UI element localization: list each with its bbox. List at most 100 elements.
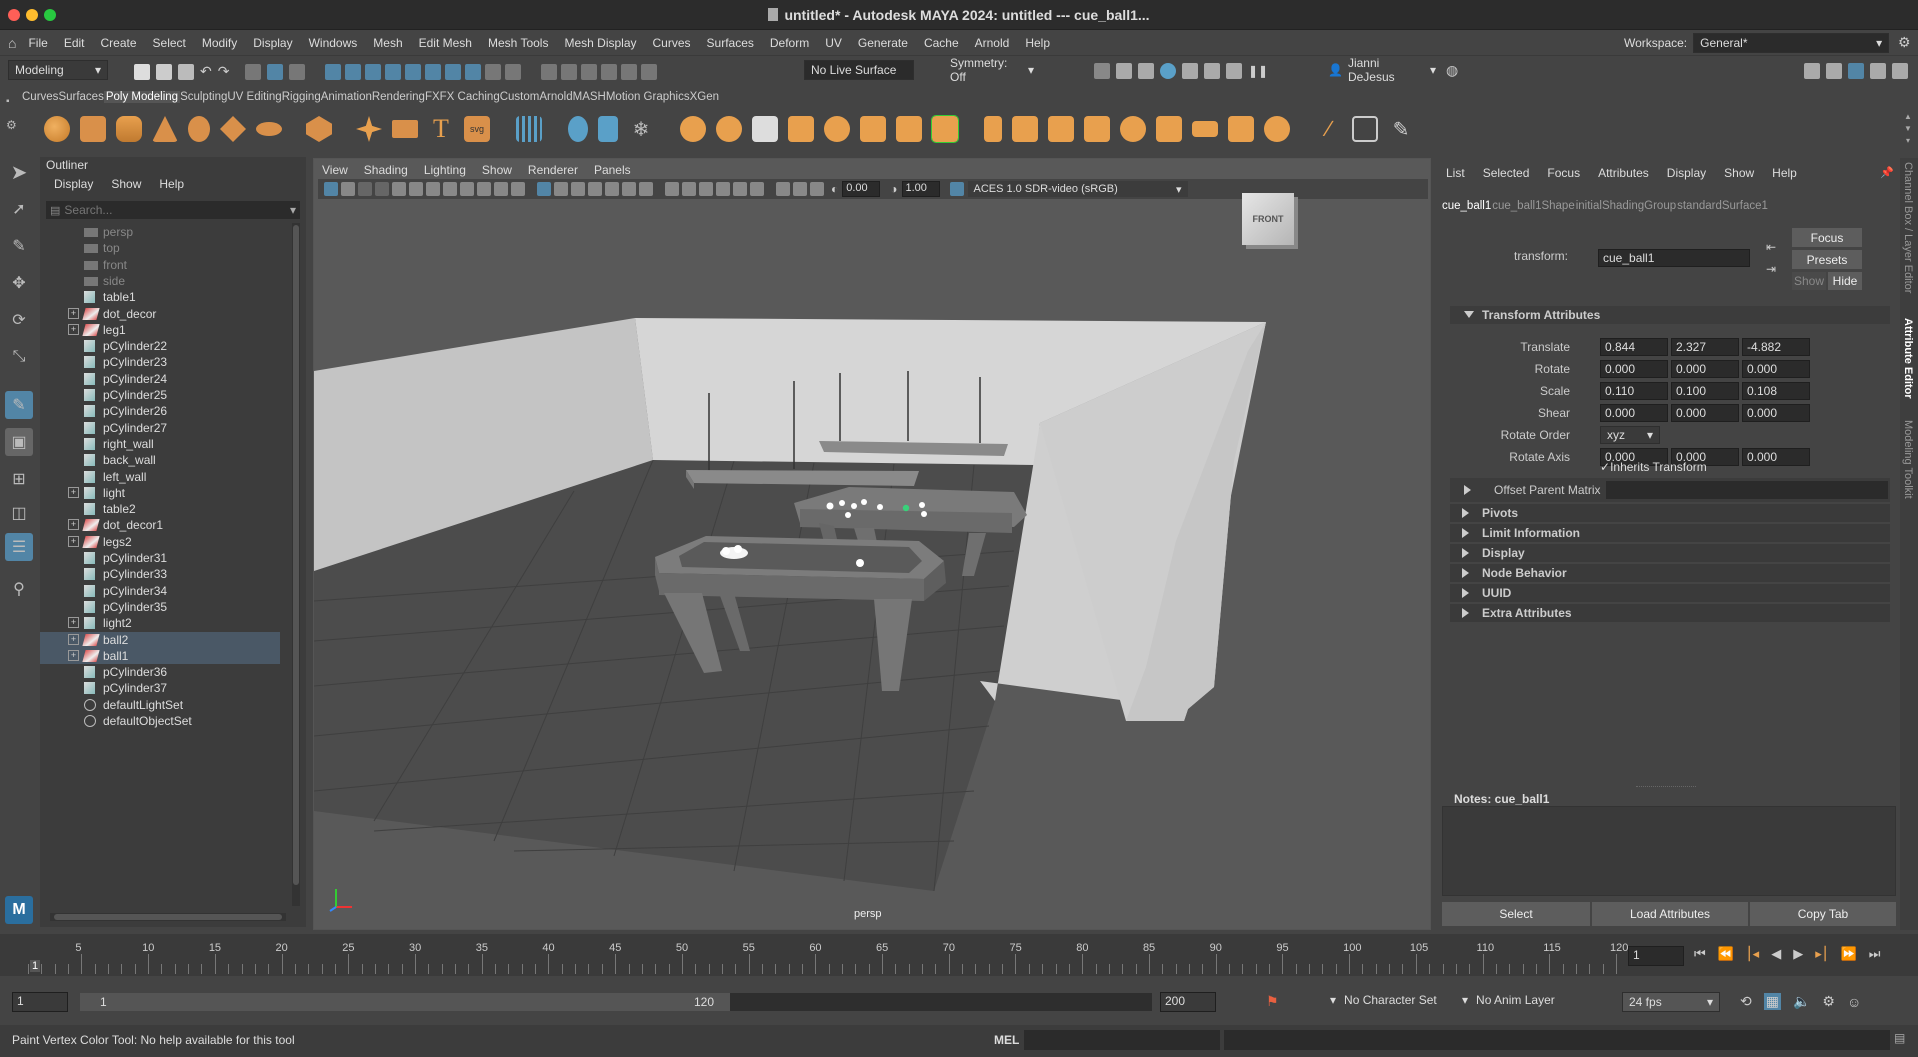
outliner-menu-help[interactable]: Help	[159, 177, 184, 191]
mode-dropdown[interactable]: Modeling ▾	[8, 60, 108, 80]
gamma-field[interactable]: 1.00	[901, 181, 940, 197]
scale-x-field[interactable]: 0.110	[1600, 382, 1668, 400]
menu-deform[interactable]: Deform	[770, 36, 809, 50]
outliner-menu-show[interactable]: Show	[111, 177, 141, 191]
outliner-item[interactable]: left_wall	[40, 469, 280, 485]
tab-attribute-editor[interactable]: Attribute Editor	[1902, 318, 1914, 399]
select-hierarchy-icon[interactable]	[245, 63, 262, 80]
smooth-shade-icon[interactable]	[554, 182, 568, 196]
workspace-dropdown[interactable]: General* ▾	[1693, 33, 1890, 53]
translate-z-field[interactable]: -4.882	[1742, 338, 1810, 356]
transform-name-field[interactable]: cue_ball1	[1598, 249, 1750, 267]
save-scene-icon[interactable]	[178, 63, 194, 80]
select-curve-icon[interactable]	[365, 63, 382, 80]
shelf-menu-icon[interactable]: ▪	[6, 96, 10, 107]
select-misc-icon[interactable]	[465, 63, 482, 80]
attribute-editor-icon[interactable]	[1826, 63, 1842, 79]
outliner-item[interactable]: pCylinder36	[40, 664, 280, 680]
poly-plane-icon[interactable]	[220, 116, 246, 142]
poly-cylinder-icon[interactable]	[116, 116, 142, 142]
wireframe-on-shaded-icon[interactable]	[571, 182, 585, 196]
select-button[interactable]: Select	[1442, 902, 1590, 926]
outliner-item[interactable]: defaultObjectSet	[40, 713, 280, 729]
outliner-item[interactable]: back_wall	[40, 452, 280, 468]
menu-file[interactable]: File	[28, 36, 47, 50]
user-account[interactable]: 👤 Jianni DeJesus ▾	[1322, 56, 1442, 84]
menu-cache[interactable]: Cache	[924, 36, 959, 50]
outliner-item[interactable]: pCylinder37	[40, 680, 280, 696]
menu-edit-mesh[interactable]: Edit Mesh	[419, 36, 472, 50]
smooth-icon[interactable]: ❄	[628, 116, 654, 142]
render-frame-icon[interactable]	[1116, 63, 1132, 79]
edge-loop-icon[interactable]	[1120, 116, 1146, 142]
section-display[interactable]: Display	[1450, 544, 1890, 562]
filter-icon[interactable]: ▤	[50, 204, 60, 217]
search-icon[interactable]: ⚲	[5, 575, 33, 603]
shear-z-field[interactable]: 0.000	[1742, 404, 1810, 422]
platonic-solid-icon[interactable]	[306, 116, 332, 142]
section-extra-attributes[interactable]: Extra Attributes	[1450, 604, 1890, 622]
tab-channel-box[interactable]: Channel Box / Layer Editor	[1902, 162, 1914, 293]
section-limit-information[interactable]: Limit Information	[1450, 524, 1890, 542]
snap-curve-icon[interactable]	[561, 63, 578, 80]
offset-loop-icon[interactable]	[1156, 116, 1182, 142]
ae-menu-attributes[interactable]: Attributes	[1598, 166, 1649, 180]
xray-toggle-icon[interactable]	[511, 182, 525, 196]
grease-pencil-icon[interactable]	[810, 182, 824, 196]
ae-menu-help[interactable]: Help	[1772, 166, 1797, 180]
outliner-item[interactable]: persp	[40, 224, 280, 240]
outliner-item[interactable]: + leg1	[40, 322, 280, 338]
section-pivots[interactable]: Pivots	[1450, 504, 1890, 522]
type-tool-icon[interactable]: T	[428, 114, 454, 143]
textured-icon[interactable]	[588, 182, 602, 196]
svg-tool-icon[interactable]: svg	[464, 116, 490, 142]
translate-y-field[interactable]: 2.327	[1671, 338, 1739, 356]
outliner-menu-display[interactable]: Display	[54, 177, 93, 191]
xray-active-components-icon[interactable]	[750, 182, 764, 196]
expand-icon[interactable]: +	[68, 649, 79, 661]
viewport-panel[interactable]: View Shading Lighting Show Renderer Panels ◐ …	[313, 158, 1431, 930]
outliner-item[interactable]: table2	[40, 501, 280, 517]
menu-edit[interactable]: Edit	[64, 36, 85, 50]
section-node-behavior[interactable]: Node Behavior	[1450, 564, 1890, 582]
poly-sphere-icon[interactable]	[44, 116, 70, 142]
viewport-menu-panels[interactable]: Panels	[594, 163, 631, 177]
shelf-tab-mash[interactable]: MASH	[573, 91, 606, 103]
node-tab-initialshadinggroup[interactable]: initialShadingGroup	[1576, 200, 1676, 212]
current-frame-marker[interactable]: 1	[30, 960, 41, 972]
offset-parent-matrix-section[interactable]: Offset Parent Matrix	[1450, 478, 1890, 502]
go-to-start-icon[interactable]: ⏮	[1694, 946, 1706, 962]
undo-icon[interactable]: ↶	[200, 63, 212, 80]
paint-vertex-color-tool-icon[interactable]: ✎	[5, 391, 33, 419]
help-globe-icon[interactable]: ◍	[1446, 62, 1458, 79]
panel-divider[interactable]	[1636, 786, 1696, 787]
outliner-item[interactable]: pCylinder31	[40, 550, 280, 566]
menu-select[interactable]: Select	[153, 36, 186, 50]
pin-icon[interactable]: 📌	[1880, 166, 1894, 179]
shear-x-field[interactable]: 0.000	[1600, 404, 1668, 422]
shadows-icon[interactable]	[622, 182, 636, 196]
safe-action-icon[interactable]	[477, 182, 491, 196]
render-sequence-icon[interactable]	[1204, 63, 1220, 79]
animation-start-field[interactable]: 1	[12, 992, 68, 1012]
outliner-item[interactable]: pCylinder34	[40, 583, 280, 599]
ipr-render-icon[interactable]	[1138, 63, 1154, 79]
outliner-item[interactable]: + ball1	[40, 647, 280, 664]
menu-help[interactable]: Help	[1025, 36, 1050, 50]
animation-end-field[interactable]: 200	[1160, 992, 1216, 1012]
view-transform-dropdown[interactable]: ACES 1.0 SDR-video (sRGB) ▾	[967, 181, 1188, 197]
go-to-output-icon[interactable]: ⇥	[1766, 262, 1776, 276]
shelf-tab-poly-modeling[interactable]: Poly Modeling	[103, 91, 181, 103]
step-forward-frame-icon[interactable]: ▸⎮	[1815, 946, 1828, 962]
bookmarks-icon[interactable]	[358, 182, 372, 196]
sculpt-icon[interactable]: ✎	[1388, 116, 1414, 142]
expand-icon[interactable]: +	[68, 617, 79, 629]
poly-cube-icon[interactable]	[80, 116, 106, 142]
menu-curves[interactable]: Curves	[653, 36, 691, 50]
menu-create[interactable]: Create	[101, 36, 137, 50]
multisample-aa-icon[interactable]	[682, 182, 696, 196]
time-slider[interactable]: 5 10 15 20 25 30 35 40 45 50 55 60 65 70 75 80 85 90 95 100…	[0, 934, 1918, 976]
expand-icon[interactable]: +	[68, 486, 79, 498]
poly-disc-icon[interactable]	[256, 122, 282, 136]
shelf-tab-surfaces[interactable]: Surfaces	[58, 91, 103, 103]
